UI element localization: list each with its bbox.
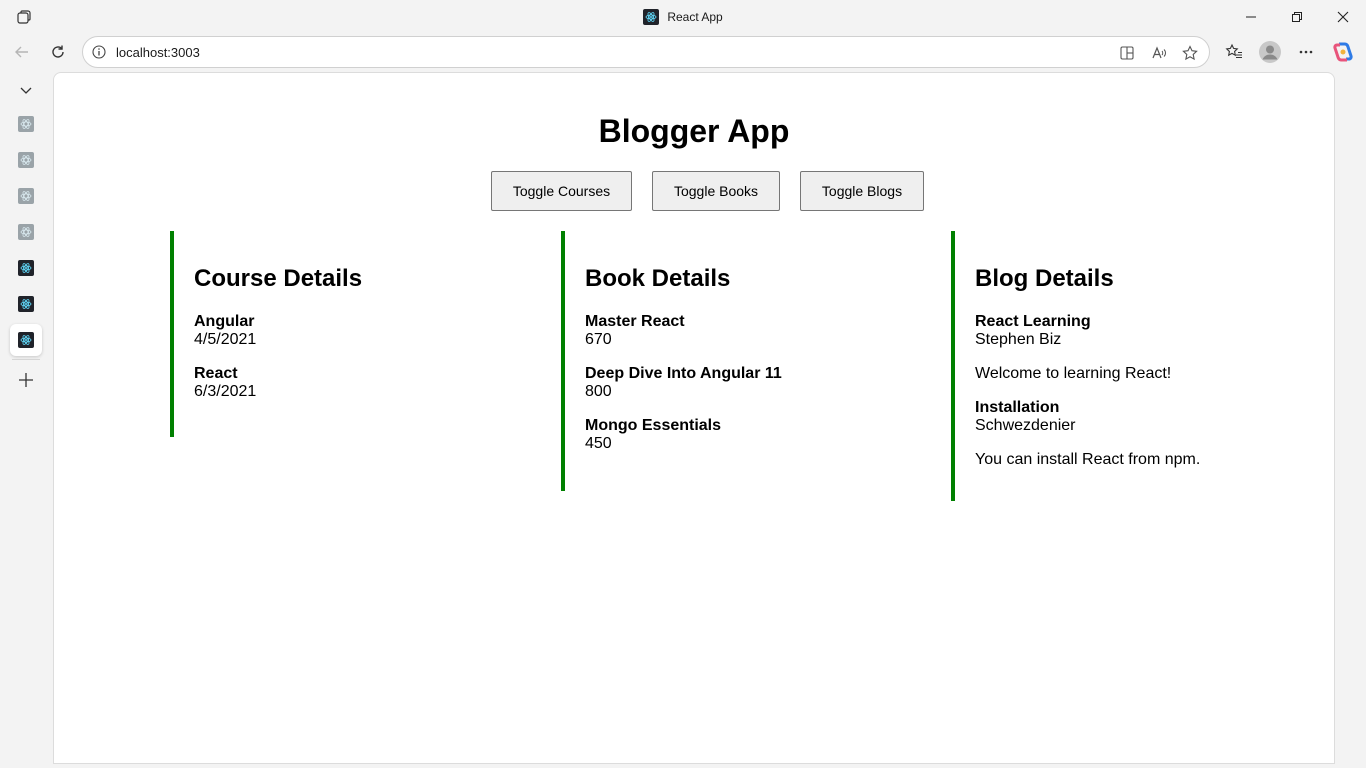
book-item: Master React 670 xyxy=(585,313,921,349)
back-icon[interactable] xyxy=(7,37,37,67)
split-screen-icon[interactable] xyxy=(1116,42,1138,64)
book-details-heading: Book Details xyxy=(585,265,731,292)
toggle-courses-button[interactable]: Toggle Courses xyxy=(491,171,632,211)
profile-avatar-icon[interactable] xyxy=(1255,37,1285,67)
url-text: localhost:3003 xyxy=(116,45,200,60)
book-price: 800 xyxy=(585,383,612,400)
window-title: React App xyxy=(0,0,1366,33)
read-aloud-icon[interactable] xyxy=(1148,42,1170,64)
toggle-blogs-button[interactable]: Toggle Blogs xyxy=(800,171,924,211)
course-name: React xyxy=(194,365,238,382)
book-item: Mongo Essentials 450 xyxy=(585,417,921,453)
course-item: Angular 4/5/2021 xyxy=(194,313,530,349)
more-options-icon[interactable] xyxy=(1291,37,1321,67)
tab-react-app-active[interactable] xyxy=(10,324,42,356)
course-date: 4/5/2021 xyxy=(194,331,257,348)
page-title: Blogger App xyxy=(598,113,790,149)
course-details-panel: Course Details Angular 4/5/2021 React 6/… xyxy=(170,231,530,437)
blog-content: You can install React from npm. xyxy=(975,451,1201,468)
tab-react-app-4[interactable] xyxy=(10,216,42,248)
react-logo-icon xyxy=(643,8,660,25)
blog-details-heading: Blog Details xyxy=(975,265,1114,292)
window-title-text: React App xyxy=(667,9,723,24)
react-logo-icon xyxy=(18,224,34,240)
blog-content: Welcome to learning React! xyxy=(975,365,1172,382)
blog-title: React Learning xyxy=(975,313,1091,330)
vertical-tabs xyxy=(0,71,53,768)
blog-item: Installation Schwezdenier You can instal… xyxy=(975,399,1311,469)
tab-react-app-5[interactable] xyxy=(10,252,42,284)
course-date: 6/3/2021 xyxy=(194,383,257,400)
react-logo-icon xyxy=(18,260,34,276)
blog-author: Stephen Biz xyxy=(975,331,1062,348)
tab-react-app-3[interactable] xyxy=(10,180,42,212)
book-item: Deep Dive Into Angular 11 800 xyxy=(585,365,921,401)
course-item: React 6/3/2021 xyxy=(194,365,530,401)
book-price: 670 xyxy=(585,331,612,348)
course-name: Angular xyxy=(194,313,255,330)
book-name: Deep Dive Into Angular 11 xyxy=(585,365,782,382)
react-logo-icon xyxy=(18,116,34,132)
tab-divider xyxy=(12,359,40,360)
course-details-heading: Course Details xyxy=(194,265,363,292)
refresh-icon[interactable] xyxy=(43,37,73,67)
book-name: Master React xyxy=(585,313,685,330)
react-logo-icon xyxy=(18,332,34,348)
new-tab-plus-icon[interactable] xyxy=(10,364,42,396)
title-bar: React App xyxy=(0,0,1366,33)
page-viewport: Blogger App Toggle Courses Toggle Books … xyxy=(53,72,1335,764)
tab-react-app-1[interactable] xyxy=(10,108,42,140)
book-price: 450 xyxy=(585,435,612,452)
book-name: Mongo Essentials xyxy=(585,417,722,434)
favorites-icon[interactable] xyxy=(1219,37,1249,67)
blog-details-panel: Blog Details React Learning Stephen Biz … xyxy=(951,231,1311,501)
tab-react-app-6[interactable] xyxy=(10,288,42,320)
react-logo-icon xyxy=(18,152,34,168)
blog-title: Installation xyxy=(975,399,1060,416)
blog-item: React Learning Stephen Biz Welcome to le… xyxy=(975,313,1311,383)
site-info-icon[interactable] xyxy=(91,44,107,60)
favorite-star-icon[interactable] xyxy=(1179,42,1201,64)
blog-author: Schwezdenier xyxy=(975,417,1076,434)
toggle-books-button[interactable]: Toggle Books xyxy=(652,171,780,211)
book-details-panel: Book Details Master React 670 Deep Dive … xyxy=(561,231,921,491)
minimize-icon[interactable] xyxy=(1228,0,1274,33)
close-icon[interactable] xyxy=(1320,0,1366,33)
navigation-bar: localhost:3003 xyxy=(0,33,1366,71)
react-logo-icon xyxy=(18,296,34,312)
restore-icon[interactable] xyxy=(1274,0,1320,33)
react-logo-icon xyxy=(18,188,34,204)
copilot-icon[interactable] xyxy=(1328,37,1358,67)
tab-react-app-2[interactable] xyxy=(10,144,42,176)
collapse-tabs-icon[interactable] xyxy=(10,74,42,106)
address-bar[interactable]: localhost:3003 xyxy=(82,36,1210,68)
